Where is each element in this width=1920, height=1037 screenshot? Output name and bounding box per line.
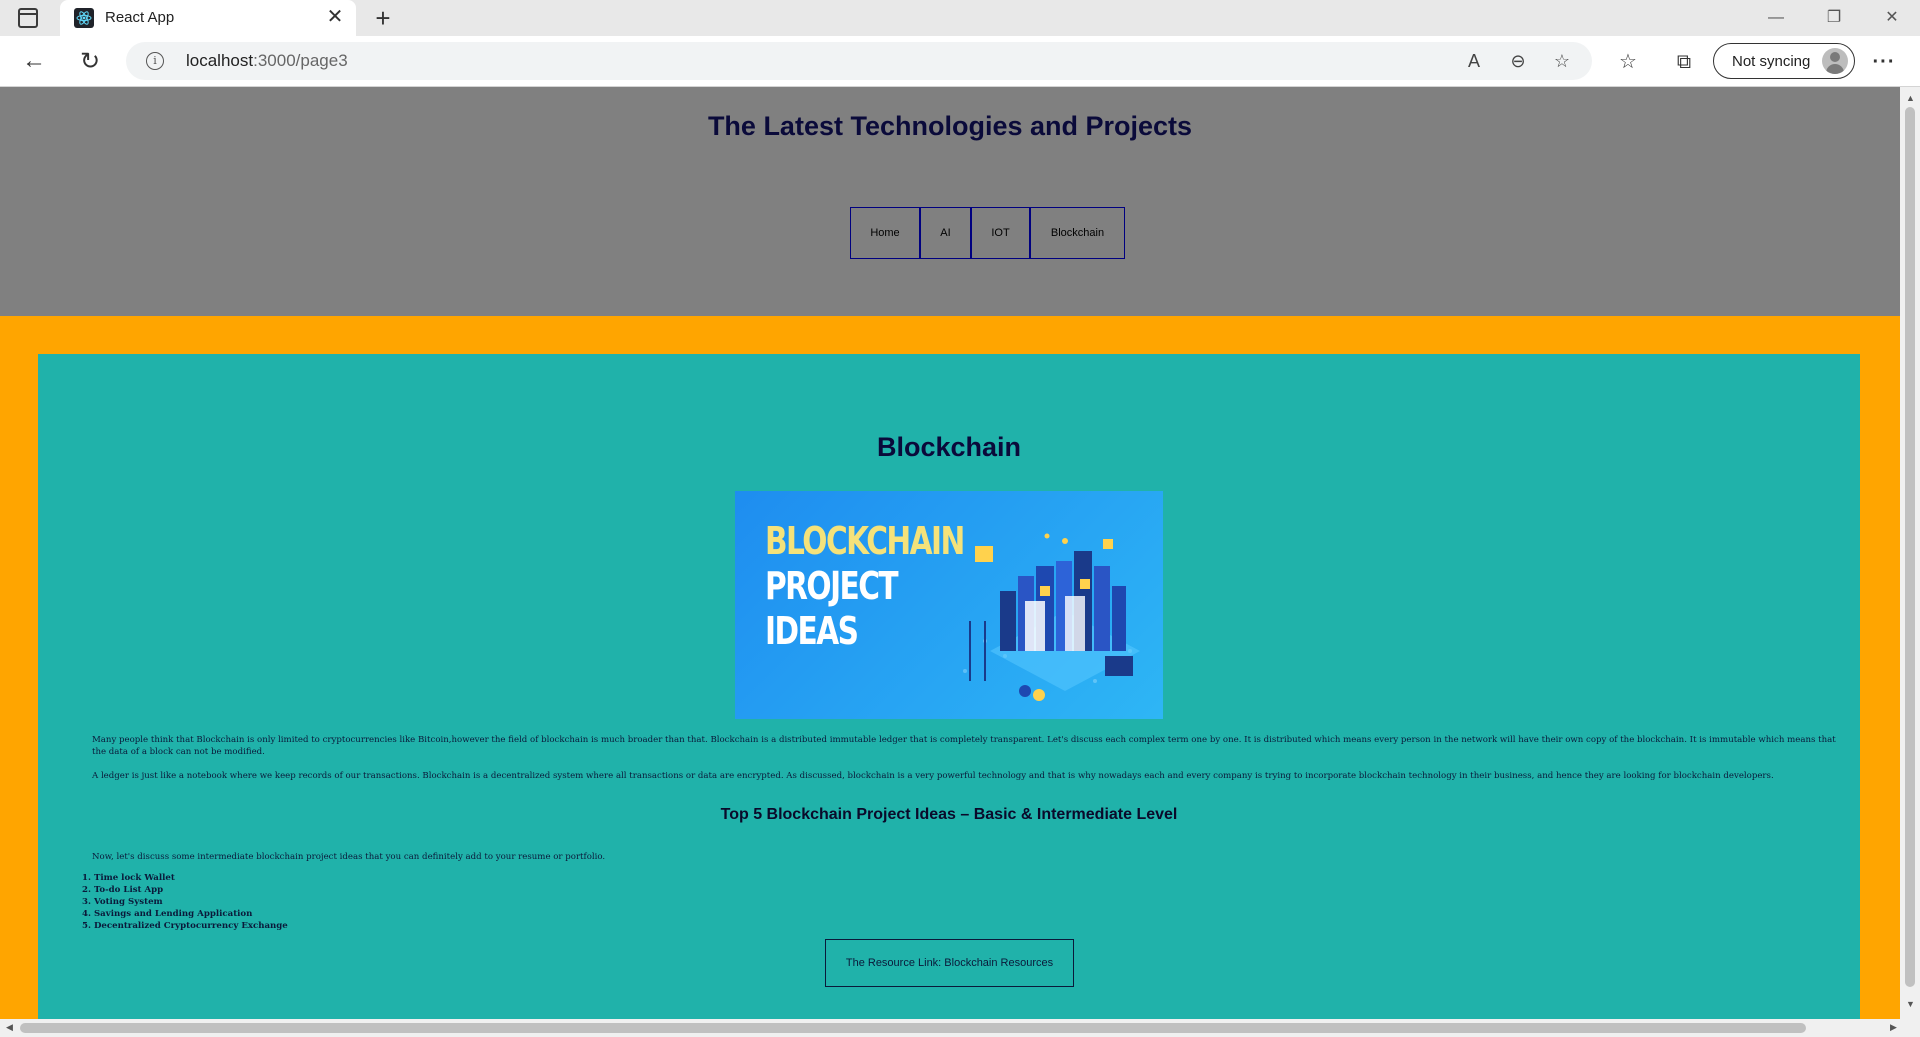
- ideas-intro: Now, let's discuss some intermediate blo…: [92, 852, 606, 862]
- profile-sync-button[interactable]: Not syncing: [1713, 43, 1855, 79]
- horizontal-scroll-thumb[interactable]: [20, 1023, 1806, 1033]
- intro-paragraph: Many people think that Blockchain is onl…: [92, 735, 1836, 757]
- url-text[interactable]: localhost:3000/page3: [186, 51, 348, 71]
- list-item: 4. Savings and Lending Application: [82, 909, 253, 919]
- vertical-scrollbar[interactable]: ▲ ▼: [1900, 87, 1920, 1019]
- resource-link-button[interactable]: The Resource Link: Blockchain Resources: [825, 939, 1074, 987]
- address-toolbar: ← ↻ i localhost:3000/page3 A ⊖ ☆ ☆ ⧉ Not…: [0, 36, 1920, 87]
- hero-line-1: BLOCKCHAIN: [765, 519, 965, 563]
- browser-tab[interactable]: React App ✕: [60, 0, 356, 36]
- main-nav: Home AI IOT Blockchain: [850, 207, 1125, 259]
- nav-link-iot[interactable]: IOT: [971, 207, 1030, 259]
- horizontal-scrollbar[interactable]: ◀ ▶: [0, 1019, 1920, 1037]
- nav-link-home[interactable]: Home: [850, 207, 920, 259]
- back-icon[interactable]: ←: [20, 48, 48, 76]
- avatar: [1822, 48, 1848, 74]
- tab-title: React App: [105, 9, 175, 26]
- site-header: The Latest Technologies and Projects Hom…: [0, 87, 1900, 316]
- close-window-icon[interactable]: ✕: [1864, 0, 1920, 36]
- read-aloud-icon[interactable]: A: [1462, 49, 1486, 73]
- vertical-scroll-thumb[interactable]: [1905, 107, 1915, 987]
- favorites-icon[interactable]: ☆: [1614, 48, 1642, 76]
- minimize-icon[interactable]: —: [1748, 0, 1804, 36]
- list-item: 5. Decentralized Cryptocurrency Exchange: [82, 921, 288, 931]
- collections-icon[interactable]: ⧉: [1670, 48, 1698, 76]
- site-title: The Latest Technologies and Projects: [707, 111, 1193, 141]
- url-host: localhost: [186, 51, 254, 70]
- close-tab-icon[interactable]: ✕: [324, 6, 346, 28]
- address-bar[interactable]: i localhost:3000/page3 A ⊖ ☆: [126, 42, 1592, 80]
- scroll-down-icon[interactable]: ▼: [1906, 999, 1915, 1009]
- site-info-icon[interactable]: i: [146, 52, 164, 70]
- hero-text: BLOCKCHAIN PROJECT IDEAS: [765, 519, 965, 654]
- sync-label: Not syncing: [1732, 53, 1811, 70]
- nav-link-blockchain[interactable]: Blockchain: [1030, 207, 1125, 259]
- add-favorite-icon[interactable]: ☆: [1550, 49, 1574, 73]
- more-options-icon[interactable]: ···: [1870, 48, 1898, 76]
- tab-bar: React App ✕ + — ❐ ✕: [0, 0, 1920, 36]
- tab-actions-icon[interactable]: [18, 8, 38, 28]
- scroll-up-icon[interactable]: ▲: [1906, 93, 1915, 103]
- reload-icon[interactable]: ↻: [76, 48, 104, 76]
- nav-link-ai[interactable]: AI: [920, 207, 971, 259]
- section-title: Blockchain: [876, 432, 1022, 462]
- page-viewport: The Latest Technologies and Projects Hom…: [0, 87, 1900, 1019]
- list-item: 3. Voting System: [82, 897, 163, 907]
- restore-icon[interactable]: ❐: [1806, 0, 1862, 36]
- ideas-list: 1. Time lock Wallet 2. To-do List App 3.…: [82, 872, 288, 932]
- list-item: 2. To-do List App: [82, 885, 164, 895]
- scroll-right-icon[interactable]: ▶: [1890, 1022, 1897, 1033]
- blockchain-section: Blockchain BLOCKCHAIN PROJECT IDEAS Many…: [38, 354, 1860, 1019]
- hero-line-3: IDEAS: [765, 609, 859, 653]
- scroll-left-icon[interactable]: ◀: [6, 1022, 13, 1033]
- ledger-paragraph: A ledger is just like a notebook where w…: [92, 771, 1774, 781]
- new-tab-icon[interactable]: +: [368, 3, 398, 33]
- zoom-out-icon[interactable]: ⊖: [1506, 49, 1530, 73]
- blockchain-hero-image: BLOCKCHAIN PROJECT IDEAS: [735, 491, 1163, 719]
- hero-line-2: PROJECT: [765, 564, 899, 608]
- url-path: :3000/page3: [253, 51, 348, 70]
- list-item: 1. Time lock Wallet: [82, 873, 175, 883]
- ideas-subtitle: Top 5 Blockchain Project Ideas – Basic &…: [720, 806, 1178, 823]
- react-logo-icon: [74, 8, 94, 28]
